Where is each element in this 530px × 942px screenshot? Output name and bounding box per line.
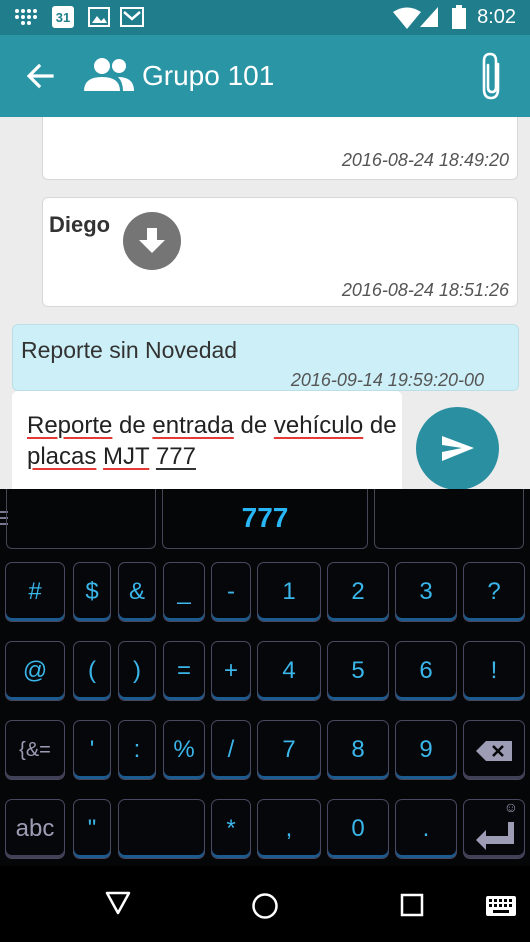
key-5[interactable]: 5	[327, 641, 389, 701]
message-bubble[interactable]: Diego 2016-08-24 18:51:26	[42, 197, 518, 307]
message-timestamp: 2016-08-24 18:51:26	[341, 280, 509, 300]
key-period[interactable]: .	[395, 799, 457, 859]
key-at[interactable]: @	[5, 641, 65, 701]
key-hash[interactable]: #	[5, 562, 65, 622]
key-2[interactable]: 2	[327, 562, 389, 622]
download-icon[interactable]	[123, 212, 181, 270]
key-exclamation[interactable]: !	[463, 641, 525, 701]
nav-bar	[0, 866, 530, 942]
back-arrow-icon[interactable]	[22, 59, 58, 95]
key-3[interactable]: 3	[395, 562, 457, 622]
suggestion-right[interactable]	[374, 489, 524, 549]
key-0[interactable]: 0	[327, 799, 389, 859]
key-8[interactable]: 8	[327, 720, 389, 780]
key-comma[interactable]: ,	[257, 799, 321, 859]
group-title: Grupo 101	[142, 60, 275, 91]
key-quote[interactable]: "	[73, 799, 111, 859]
key-question[interactable]: ?	[463, 562, 525, 622]
nav-back-icon[interactable]	[104, 890, 132, 916]
key-more-symbols[interactable]: {&=	[5, 720, 65, 780]
key-percent[interactable]: %	[163, 720, 205, 780]
keyboard-switch-icon[interactable]	[486, 896, 516, 916]
wifi-icon	[393, 7, 421, 29]
message-sender: Diego	[49, 212, 111, 237]
enter-icon	[476, 822, 514, 850]
key-underscore[interactable]: _	[163, 562, 205, 622]
key-space[interactable]	[118, 799, 205, 859]
image-icon	[88, 7, 110, 27]
key-ampersand[interactable]: &	[118, 562, 156, 622]
calendar-icon: 31	[52, 6, 74, 28]
key-7[interactable]: 7	[257, 720, 321, 780]
key-open-paren[interactable]: (	[73, 641, 111, 701]
key-1[interactable]: 1	[257, 562, 321, 622]
message-bubble[interactable]: 2016-08-24 18:49:20	[42, 117, 518, 180]
key-minus[interactable]: -	[211, 562, 251, 622]
message-timestamp: 2016-08-24 18:49:20	[341, 150, 509, 170]
key-colon[interactable]: :	[118, 720, 156, 780]
suggestion-center[interactable]: 777	[162, 489, 368, 549]
key-plus[interactable]: +	[211, 641, 251, 701]
key-asterisk[interactable]: *	[211, 799, 251, 859]
mail-icon	[120, 7, 144, 27]
key-6[interactable]: 6	[395, 641, 457, 701]
key-apostrophe[interactable]: '	[73, 720, 111, 780]
status-bar: 31 8:02	[0, 0, 530, 35]
message-input[interactable]: Reporte de entrada de vehículo de placas…	[12, 391, 402, 489]
app-bar: Grupo 101	[0, 35, 530, 117]
message-bubble-outgoing[interactable]: Reporte sin Novedad 2016-09-14 19:59:20-…	[12, 324, 519, 391]
nav-recents-icon[interactable]	[400, 893, 424, 917]
cell-signal-icon	[420, 7, 438, 27]
message-text: Reporte sin Novedad	[21, 337, 238, 363]
status-time: 8:02	[477, 6, 516, 28]
suggestion-left[interactable]	[6, 489, 156, 549]
message-timestamp: 2016-09-14 19:59:20-00	[290, 370, 484, 390]
nav-home-icon[interactable]	[251, 892, 279, 920]
battery-icon	[452, 5, 466, 29]
emoji-icon: ☺	[503, 799, 518, 815]
key-abc[interactable]: abc	[5, 799, 65, 859]
backspace-icon	[476, 741, 512, 761]
send-button[interactable]	[416, 407, 499, 490]
key-close-paren[interactable]: )	[118, 641, 156, 701]
signal-dots-icon	[15, 9, 37, 25]
keyboard: 777 # $ & _ - 1 2 3 ? @ ( ) = + 4 5 6 ! …	[0, 489, 530, 866]
send-icon	[442, 436, 474, 461]
key-dollar[interactable]: $	[73, 562, 111, 622]
key-backspace[interactable]	[463, 720, 525, 780]
key-equals[interactable]: =	[163, 641, 205, 701]
group-icon	[84, 58, 134, 91]
attach-icon[interactable]	[476, 52, 510, 102]
key-4[interactable]: 4	[257, 641, 321, 701]
message-input-text[interactable]: Reporte de entrada de vehículo de placas…	[27, 410, 397, 472]
key-9[interactable]: 9	[395, 720, 457, 780]
key-slash[interactable]: /	[211, 720, 251, 780]
